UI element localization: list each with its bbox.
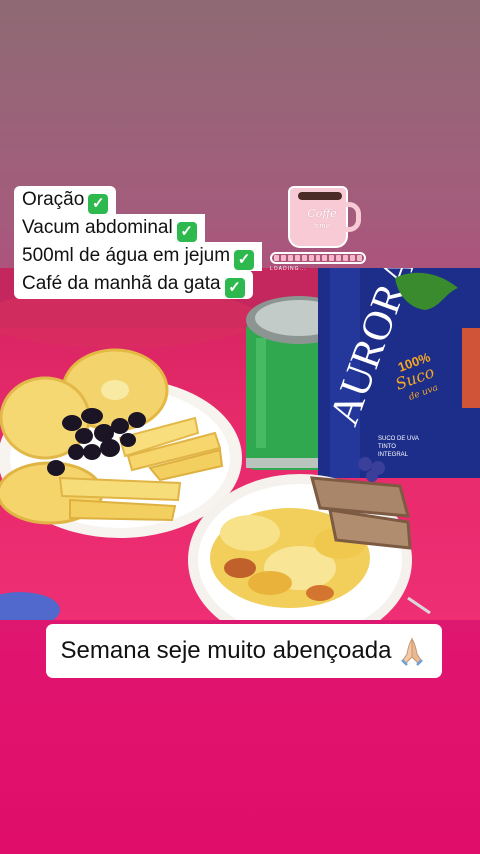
story-canvas: AURORA 100% Suco de uva SUCO DE UVA TINT… [0,0,480,854]
bottle-small-text-2: TINTO [378,444,396,450]
checklist-item-label: Vacum abdominal [22,217,173,238]
checklist-row: Oração ✓ [14,186,262,215]
breakfast-photo-drawing: AURORA 100% Suco de uva SUCO DE UVA TINT… [0,268,480,620]
loading-text: LOADING... [270,266,307,272]
bottle-small-text-3: INTEGRAL [378,452,409,458]
checklist: Oração ✓ Vacum abdominal ✓ 500ml de água e… [14,186,263,299]
checklist-item-label: Café da manhã da gata [22,273,221,294]
coffee-cup-icon: Coffe time [288,186,348,248]
green-check-icon: ✓ [234,250,255,270]
green-check-icon: ✓ [224,278,245,298]
green-check-icon: ✓ [88,194,109,214]
caption-text: Semana seje muito abençoada [60,637,392,664]
checklist-item: Oração ✓ [14,186,117,215]
coffee-surface [298,192,342,200]
cup-text-line1: Coffe [307,207,337,220]
checklist-item: 500ml de água em jejum ✓ [14,242,263,271]
fork [407,596,431,615]
fruit-plate [0,348,242,538]
cup-handle [340,202,361,232]
checklist-row: Café da manhã da gata ✓ [14,270,262,299]
checklist-item-label: 500ml de água em jejum [22,245,231,266]
loading-bar [270,252,366,264]
cup-text-line2: time [314,222,330,230]
green-check-icon: ✓ [176,222,197,242]
checklist-row: 500ml de água em jejum ✓ [14,242,263,271]
grape-juice-bottle: AURORA 100% Suco de uva SUCO DE UVA TINT… [318,268,480,482]
checklist-item-label: Oração [22,189,85,210]
checklist-item: Café da manhã da gata ✓ [14,270,253,299]
checklist-item: Vacum abdominal ✓ [14,214,205,243]
bottle-small-text-1: SUCO DE UVA [378,436,419,442]
slipper [0,592,60,620]
breakfast-photo: AURORA 100% Suco de uva SUCO DE UVA TINT… [0,268,480,620]
checklist-row: Vacum abdominal ✓ [14,214,262,243]
caption-box[interactable]: Semana seje muito abençoada [46,624,442,678]
coffee-time-sticker[interactable]: Coffe time LOADING... [270,186,376,272]
praying-hands-icon [401,637,424,666]
cup-text: Coffe time [300,208,344,232]
